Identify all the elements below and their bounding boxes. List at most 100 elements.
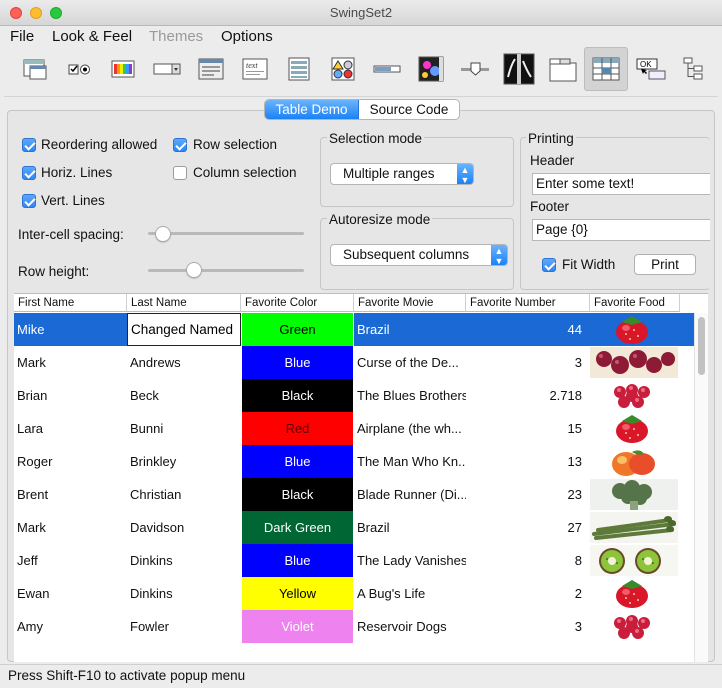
first-name-cell[interactable]: Mike	[14, 313, 127, 346]
tab-table-demo[interactable]: Table Demo	[265, 100, 359, 119]
favorite-number-cell[interactable]: 3	[466, 346, 590, 379]
table-row[interactable]: Mark Andrews Blue Curse of the De... 3	[14, 346, 694, 379]
row-height-slider[interactable]	[148, 269, 304, 272]
favorite-color-cell[interactable]: Violet	[241, 610, 354, 643]
favorite-number-cell[interactable]: 2	[466, 577, 590, 610]
last-name-cell[interactable]: Dinkins	[127, 577, 241, 610]
color-chooser-demo-icon[interactable]	[106, 52, 140, 86]
table-row[interactable]: Amy Fowler Violet Reservoir Dogs 3	[14, 610, 694, 643]
favorite-color-cell[interactable]: Blue	[241, 544, 354, 577]
favorite-color-cell[interactable]: Black	[241, 478, 354, 511]
first-name-cell[interactable]: Jeff	[14, 544, 127, 577]
favorite-movie-cell[interactable]: The Blues Brothers	[354, 379, 466, 412]
vert-lines-checkbox[interactable]	[22, 194, 36, 208]
table-row[interactable]: Roger Brinkley Blue The Man Who Kn... 13	[14, 445, 694, 478]
column-header[interactable]: Favorite Food	[590, 294, 680, 312]
scroll-pane-demo-icon[interactable]	[414, 52, 448, 86]
first-name-cell[interactable]: Ewan	[14, 577, 127, 610]
last-name-cell[interactable]: Christian	[127, 478, 241, 511]
last-name-cell[interactable]: Davidson	[127, 511, 241, 544]
last-name-cell[interactable]: Bunni	[127, 412, 241, 445]
favorite-number-cell[interactable]: 44	[466, 313, 590, 346]
first-name-cell[interactable]: Lara	[14, 412, 127, 445]
favorite-number-cell[interactable]: 8	[466, 544, 590, 577]
favorite-movie-cell[interactable]: Brazil	[354, 313, 466, 346]
column-header[interactable]: Last Name	[127, 294, 241, 312]
first-name-cell[interactable]: Brent	[14, 478, 127, 511]
intercell-spacing-slider-thumb[interactable]	[155, 226, 171, 242]
autoresize-mode-combobox[interactable]: Subsequent columns ▲ ▼	[330, 244, 508, 266]
table-row[interactable]: Brian Beck Black The Blues Brothers 2.718	[14, 379, 694, 412]
last-name-cell[interactable]: Changed Named	[127, 313, 241, 346]
tree-demo-icon[interactable]	[678, 52, 712, 86]
reordering-checkbox[interactable]	[22, 138, 36, 152]
tabbed-pane-demo-icon[interactable]	[546, 52, 580, 86]
intercell-spacing-slider[interactable]	[148, 232, 304, 235]
column-header[interactable]: First Name	[14, 294, 127, 312]
favorite-movie-cell[interactable]: A Bug's Life	[354, 577, 466, 610]
horiz-lines-checkbox[interactable]	[22, 166, 36, 180]
menu-options[interactable]: Options	[221, 28, 273, 45]
favorite-movie-cell[interactable]: Blade Runner (Di...	[354, 478, 466, 511]
favorite-color-cell[interactable]: Green	[241, 313, 354, 346]
table-row[interactable]: Mark Davidson Dark Green Brazil 27	[14, 511, 694, 544]
favorite-number-cell[interactable]: 27	[466, 511, 590, 544]
column-header[interactable]: Favorite Number	[466, 294, 590, 312]
column-header[interactable]: Favorite Color	[241, 294, 354, 312]
internal-frame-demo-icon[interactable]	[18, 52, 52, 86]
file-chooser-demo-icon[interactable]	[194, 52, 228, 86]
first-name-cell[interactable]: Roger	[14, 445, 127, 478]
selection-mode-combobox[interactable]: Multiple ranges ▲ ▼	[330, 163, 474, 185]
print-button[interactable]: Print	[634, 254, 696, 275]
favorite-movie-cell[interactable]: Reservoir Dogs	[354, 610, 466, 643]
row-selection-checkbox[interactable]	[173, 138, 187, 152]
html-editor-demo-icon[interactable]: text	[238, 52, 272, 86]
favorite-color-cell[interactable]: Dark Green	[241, 511, 354, 544]
table-scroll-thumb[interactable]	[698, 317, 705, 375]
first-name-cell[interactable]: Amy	[14, 610, 127, 643]
favorite-color-cell[interactable]: Blue	[241, 445, 354, 478]
favorite-number-cell[interactable]: 23	[466, 478, 590, 511]
favorite-movie-cell[interactable]: Brazil	[354, 511, 466, 544]
favorite-number-cell[interactable]: 15	[466, 412, 590, 445]
column-header[interactable]: Favorite Movie	[354, 294, 466, 312]
menu-file[interactable]: File	[10, 28, 34, 45]
button-demo-icon[interactable]	[62, 52, 96, 86]
column-selection-checkbox[interactable]	[173, 166, 187, 180]
table-row[interactable]: Jeff Dinkins Blue The Lady Vanishes 8	[14, 544, 694, 577]
favorite-movie-cell[interactable]: Airplane (the wh...	[354, 412, 466, 445]
table-demo-icon[interactable]	[584, 47, 628, 91]
menu-look-and-feel[interactable]: Look & Feel	[52, 28, 132, 45]
favorite-number-cell[interactable]: 13	[466, 445, 590, 478]
table-row[interactable]: Ewan Dinkins Yellow A Bug's Life 2	[14, 577, 694, 610]
favorite-color-cell[interactable]: Black	[241, 379, 354, 412]
header-text-field[interactable]: Enter some text!	[532, 173, 710, 195]
first-name-cell[interactable]: Mark	[14, 511, 127, 544]
footer-text-field[interactable]: Page {0}	[532, 219, 710, 241]
row-height-slider-thumb[interactable]	[186, 262, 202, 278]
slider-demo-icon[interactable]	[458, 52, 492, 86]
first-name-cell[interactable]: Brian	[14, 379, 127, 412]
favorite-color-cell[interactable]: Red	[241, 412, 354, 445]
fit-width-checkbox[interactable]	[542, 258, 556, 272]
split-pane-demo-icon[interactable]	[502, 52, 536, 86]
first-name-cell[interactable]: Mark	[14, 346, 127, 379]
list-demo-icon[interactable]	[282, 52, 316, 86]
combobox-demo-icon[interactable]	[150, 52, 184, 86]
progress-bar-demo-icon[interactable]	[370, 52, 404, 86]
option-pane-demo-icon[interactable]	[326, 52, 360, 86]
last-name-cell[interactable]: Fowler	[127, 610, 241, 643]
favorite-number-cell[interactable]: 3	[466, 610, 590, 643]
last-name-cell[interactable]: Dinkins	[127, 544, 241, 577]
table-row[interactable]: Brent Christian Black Blade Runner (Di... 23	[14, 478, 694, 511]
last-name-cell[interactable]: Beck	[127, 379, 241, 412]
last-name-cell[interactable]: Andrews	[127, 346, 241, 379]
favorite-color-cell[interactable]: Yellow	[241, 577, 354, 610]
table-row[interactable]: Lara Bunni Red Airplane (the wh... 15	[14, 412, 694, 445]
favorite-number-cell[interactable]: 2.718	[466, 379, 590, 412]
tooltip-demo-icon[interactable]: OK	[634, 52, 668, 86]
table-vertical-scrollbar[interactable]	[694, 313, 708, 662]
favorite-color-cell[interactable]: Blue	[241, 346, 354, 379]
table-row[interactable]: Mike Changed Named Green Brazil 44	[14, 313, 694, 346]
favorite-movie-cell[interactable]: Curse of the De...	[354, 346, 466, 379]
